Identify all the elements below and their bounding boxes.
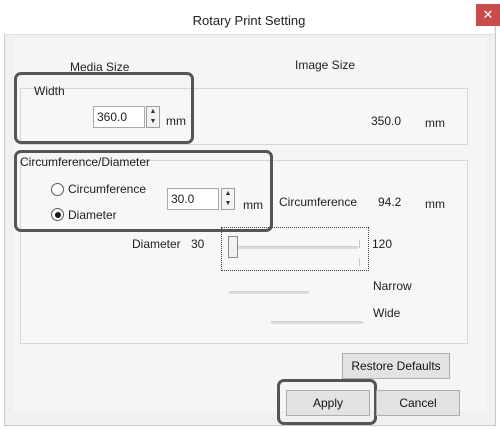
slider-end-tick (359, 240, 360, 248)
wide-line (271, 321, 363, 324)
close-icon[interactable]: ✕ (476, 4, 500, 26)
apply-highlight-box (277, 379, 377, 425)
image-size-heading: Image Size (295, 58, 356, 72)
image-circumference-label: Circumference (279, 195, 358, 209)
diameter-slider-label: Diameter (132, 237, 181, 251)
diameter-slider-max: 120 (372, 237, 393, 251)
slider-track (230, 246, 358, 249)
narrow-label: Narrow (373, 279, 412, 293)
cancel-button[interactable]: Cancel (376, 390, 460, 416)
diameter-slider[interactable] (221, 227, 369, 271)
image-circumference-unit: mm (425, 197, 445, 211)
width-highlight-box (14, 72, 194, 144)
title-bar: Rotary Print Setting (4, 4, 494, 35)
diameter-slider-min: 30 (191, 237, 205, 251)
image-width-unit: mm (425, 116, 445, 130)
slider-thumb[interactable] (228, 236, 238, 258)
dialog-title: Rotary Print Setting (192, 13, 306, 28)
image-circumference-value: 94.2 (378, 195, 402, 209)
restore-defaults-button[interactable]: Restore Defaults (342, 353, 450, 379)
image-width-value: 350.0 (371, 114, 402, 128)
narrow-line (229, 291, 309, 294)
wide-label: Wide (373, 306, 401, 320)
circ-diam-highlight-box (14, 150, 273, 232)
slider-end-tick (359, 258, 360, 266)
